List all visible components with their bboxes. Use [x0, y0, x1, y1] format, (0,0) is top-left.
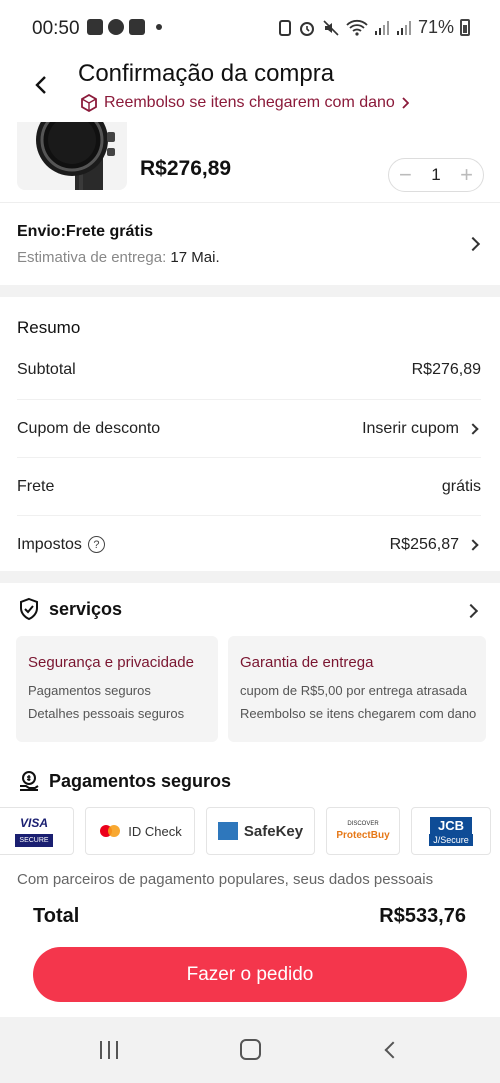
- shield-check-icon: [20, 597, 38, 621]
- summary-title: Resumo: [17, 318, 81, 337]
- page-title: Confirmação da compra: [78, 60, 335, 87]
- wifi-icon: [346, 19, 368, 36]
- battery-icon: [460, 19, 470, 36]
- jcb-jsecure-logo: JCB J/Secure: [411, 807, 491, 855]
- amex-icon: [217, 822, 238, 840]
- subtotal-label: Subtotal: [17, 361, 76, 378]
- card-title: Segurança e privacidade: [28, 654, 194, 671]
- voicemail-icon: [129, 19, 145, 35]
- payment-note: Com parceiros de pagamento populares, se…: [17, 871, 434, 888]
- safekey-text: SafeKey: [243, 822, 304, 840]
- shipping-cost-value: grátis: [441, 477, 481, 495]
- product-card: R$276,89 − 1 +: [0, 122, 500, 202]
- product-image[interactable]: [17, 122, 127, 190]
- security-privacy-card[interactable]: Segurança e privacidade Pagamentos segur…: [16, 636, 218, 742]
- chevron-right-icon: [402, 97, 409, 109]
- card-line: Detalhes pessoais seguros: [28, 706, 185, 721]
- delivery-estimate: Estimativa de entrega: 17 Mai.: [17, 249, 220, 266]
- card-title: Garantia de entrega: [240, 654, 374, 671]
- visa-secure-logo: VISA SECURE: [0, 807, 74, 855]
- shipping-section[interactable]: Envio:Frete grátis Estimativa de entrega…: [0, 203, 500, 285]
- delivery-estimate-label: Estimativa de entrega:: [17, 249, 171, 266]
- discover-protectbuy-logo: DISCOVER ProtectBuy: [326, 807, 400, 855]
- increase-quantity-button[interactable]: +: [460, 164, 473, 186]
- shipping-cost-label: Frete: [17, 477, 55, 495]
- jsecure-text: J/Secure: [429, 833, 473, 846]
- decrease-quantity-button[interactable]: −: [399, 164, 412, 186]
- protectbuy-text: ProtectBuy: [336, 830, 390, 841]
- page-header: Confirmação da compra Reembolso se itens…: [0, 58, 500, 124]
- taxes-value: R$256,87: [389, 535, 459, 553]
- total-label: Total: [33, 905, 80, 927]
- coupon-value: Inserir cupom: [362, 419, 459, 437]
- card-line: Pagamentos seguros: [28, 683, 151, 698]
- signal-icon: [374, 20, 389, 35]
- services-title: serviços: [49, 598, 123, 619]
- system-navigation-bar: [0, 1017, 500, 1083]
- quantity-value[interactable]: 1: [431, 165, 440, 185]
- refund-policy-link[interactable]: Reembolso se itens chegarem com dano: [80, 94, 409, 112]
- delivery-guarantee-card[interactable]: Garantia de entrega cupom de R$5,00 por …: [228, 636, 486, 742]
- help-icon[interactable]: ?: [87, 536, 105, 553]
- quantity-stepper: − 1 +: [388, 158, 484, 192]
- system-back-button[interactable]: [384, 1041, 402, 1059]
- payments-header: Pagamentos seguros: [17, 769, 231, 793]
- product-price: R$276,89: [140, 157, 232, 180]
- idcheck-text: ID Check: [128, 823, 182, 839]
- football-icon: [108, 19, 124, 35]
- battery-percent: 71%: [417, 17, 454, 37]
- taxes-row[interactable]: Impostos? R$256,87: [17, 515, 481, 573]
- services-header[interactable]: serviços: [17, 597, 122, 621]
- total-value: R$533,76: [379, 905, 466, 927]
- taxes-label: Impostos: [17, 535, 82, 553]
- amex-safekey-logo: SafeKey: [206, 807, 315, 855]
- shipping-cost-row: Frete grátis: [17, 457, 481, 515]
- gallery-icon: [87, 19, 103, 35]
- signal-icon-2: [396, 20, 411, 35]
- home-button[interactable]: [240, 1039, 261, 1060]
- subtotal-value: R$276,89: [411, 361, 481, 378]
- secure-text: SECURE: [15, 833, 53, 847]
- alarm-icon: [299, 21, 314, 36]
- discover-text: DISCOVER: [347, 821, 379, 827]
- nfc-icon: [278, 19, 291, 36]
- card-line: Reembolso se itens chegarem com dano: [240, 706, 477, 721]
- recent-apps-button[interactable]: [100, 1041, 118, 1059]
- visa-text: VISA: [19, 815, 48, 830]
- subtotal-row: Subtotal R$276,89: [17, 341, 481, 399]
- notification-icons: [87, 19, 162, 35]
- coupon-label: Cupom de desconto: [17, 419, 161, 437]
- shipping-title: Envio:Frete grátis: [17, 223, 154, 240]
- status-bar: 00:50 71%: [0, 0, 500, 58]
- chevron-right-icon: [467, 422, 479, 435]
- coupon-row[interactable]: Cupom de desconto Inserir cupom: [17, 399, 481, 457]
- summary-section: Resumo Subtotal R$276,89 Cupom de descon…: [0, 297, 500, 571]
- secure-payment-icon: [20, 771, 39, 791]
- more-notifications-icon: [156, 24, 162, 30]
- package-icon: [81, 94, 97, 112]
- mastercard-idcheck-logo: ID Check: [85, 807, 195, 855]
- back-arrow-icon: [35, 76, 46, 94]
- chevron-right-icon: [465, 236, 481, 252]
- mastercard-icon: [100, 825, 121, 837]
- mute-icon: [323, 19, 339, 36]
- checkout-bar: Total R$533,76 Fazer o pedido: [0, 895, 500, 1017]
- system-icons: 71%: [278, 17, 470, 38]
- jcb-text: JCB: [429, 816, 472, 834]
- chevron-right-icon: [467, 538, 479, 551]
- delivery-date: 17 Mai.: [170, 249, 220, 266]
- back-button[interactable]: [26, 68, 56, 102]
- services-section: serviços Segurança e privacidade Pagamen…: [0, 583, 500, 895]
- chevron-right-icon[interactable]: [463, 603, 479, 619]
- payments-title: Pagamentos seguros: [49, 770, 232, 791]
- smartwatch-image: [36, 122, 115, 190]
- place-order-button[interactable]: Fazer o pedido: [33, 947, 467, 1002]
- card-line: cupom de R$5,00 por entrega atrasada: [240, 683, 467, 698]
- refund-text: Reembolso se itens chegarem com dano: [104, 94, 395, 111]
- status-time: 00:50: [32, 18, 80, 39]
